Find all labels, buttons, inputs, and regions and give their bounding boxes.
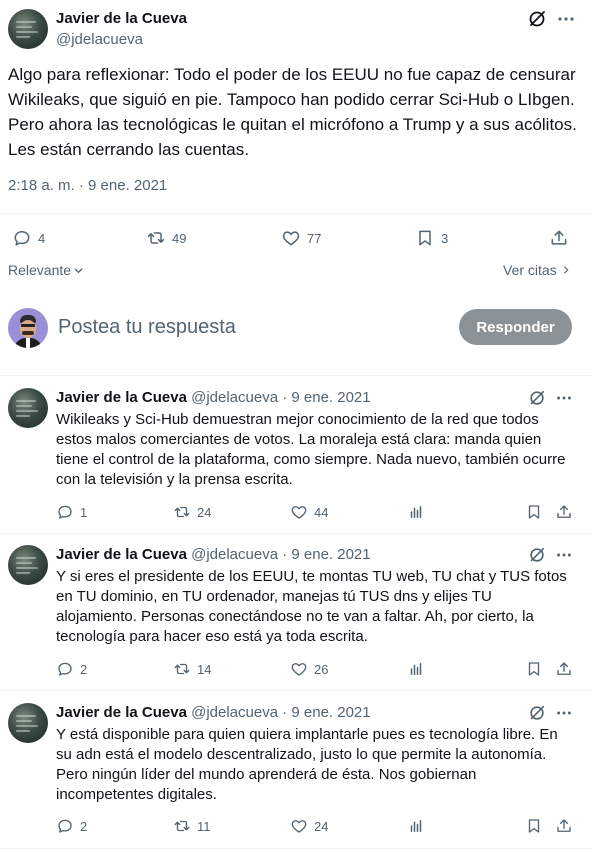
more-dots-icon[interactable] bbox=[556, 9, 576, 29]
respond-button[interactable]: Responder bbox=[459, 309, 572, 345]
retweet-count: 49 bbox=[172, 230, 187, 246]
reply-avatar[interactable] bbox=[8, 388, 48, 428]
bar-chart-icon bbox=[410, 663, 422, 675]
share-upload-icon bbox=[551, 230, 567, 245]
share-button[interactable] bbox=[555, 503, 573, 521]
reply-header: Javier de la Cueva @jdelacueva · 9 ene. … bbox=[56, 389, 371, 406]
reply-avatar[interactable] bbox=[8, 545, 48, 585]
like-count: 26 bbox=[314, 661, 329, 677]
bar-chart-icon bbox=[410, 820, 422, 832]
reply-button[interactable]: 2 bbox=[56, 817, 87, 835]
view-quotes-label: Ver citas bbox=[503, 262, 557, 278]
speech-bubble-icon bbox=[14, 231, 30, 246]
author-handle[interactable]: @jdelacueva bbox=[56, 31, 143, 48]
heart-icon bbox=[282, 231, 300, 246]
retweet-arrows-icon bbox=[174, 506, 190, 518]
bookmark-icon bbox=[528, 819, 540, 833]
bookmark-button[interactable]: 3 bbox=[415, 228, 448, 248]
bookmark-button[interactable] bbox=[525, 503, 543, 521]
reply-text: Y si eres el presidente de los EEUU, te … bbox=[56, 568, 567, 645]
retweet-count: 14 bbox=[197, 661, 212, 677]
more-dots-icon[interactable] bbox=[555, 704, 573, 722]
author-avatar[interactable] bbox=[8, 9, 48, 49]
like-button[interactable]: 24 bbox=[290, 817, 328, 835]
retweet-arrows-icon bbox=[174, 663, 190, 675]
share-button[interactable] bbox=[549, 228, 569, 248]
retweet-count: 24 bbox=[197, 504, 212, 520]
bookmark-count: 3 bbox=[441, 230, 449, 246]
bookmark-icon bbox=[528, 662, 540, 676]
reply-author-name[interactable]: Javier de la Cueva bbox=[56, 389, 187, 406]
reply-author-name[interactable]: Javier de la Cueva bbox=[56, 546, 187, 563]
reply-count: 1 bbox=[80, 504, 88, 520]
retweet-arrows-icon bbox=[147, 232, 165, 244]
reply-count: 2 bbox=[80, 818, 88, 834]
reply-count: 2 bbox=[80, 661, 88, 677]
views-button[interactable] bbox=[407, 660, 425, 678]
reply-author-name[interactable]: Javier de la Cueva bbox=[56, 704, 187, 721]
reply-button[interactable]: 4 bbox=[12, 228, 45, 248]
speech-bubble-icon bbox=[58, 662, 72, 676]
bookmark-button[interactable] bbox=[525, 660, 543, 678]
speech-bubble-icon bbox=[58, 819, 72, 833]
bookmark-icon bbox=[528, 505, 540, 519]
more-dots-icon[interactable] bbox=[555, 389, 573, 407]
reply-header: Javier de la Cueva @jdelacueva · 9 ene. … bbox=[56, 546, 371, 563]
tweet-text: Algo para reflexionar: Todo el poder de … bbox=[8, 65, 577, 159]
heart-icon bbox=[291, 506, 307, 519]
like-button[interactable]: 44 bbox=[290, 503, 328, 521]
grok-icon[interactable] bbox=[528, 546, 546, 564]
share-button[interactable] bbox=[555, 660, 573, 678]
share-upload-icon bbox=[557, 505, 571, 518]
bookmark-button[interactable] bbox=[525, 817, 543, 835]
grok-icon[interactable] bbox=[528, 389, 546, 407]
reply-text: Wikileaks y Sci-Hub demuestran mejor con… bbox=[56, 411, 566, 488]
bar-chart-icon bbox=[410, 506, 422, 518]
views-button[interactable] bbox=[407, 503, 425, 521]
user-avatar[interactable] bbox=[8, 308, 48, 348]
grok-icon[interactable] bbox=[527, 9, 547, 29]
like-count: 24 bbox=[314, 818, 329, 834]
share-upload-icon bbox=[557, 819, 571, 832]
like-button[interactable]: 26 bbox=[290, 660, 328, 678]
share-upload-icon bbox=[557, 662, 571, 675]
reply-composer-input[interactable]: Postea tu respuesta bbox=[58, 316, 236, 339]
reply-handle-date[interactable]: @jdelacueva · 9 ene. 2021 bbox=[191, 704, 371, 721]
like-count: 44 bbox=[314, 504, 329, 520]
share-button[interactable] bbox=[555, 817, 573, 835]
chevron-right-icon bbox=[563, 266, 569, 274]
retweet-button[interactable]: 11 bbox=[173, 817, 211, 835]
retweet-button[interactable]: 24 bbox=[173, 503, 211, 521]
reply-avatar[interactable] bbox=[8, 703, 48, 743]
like-count: 77 bbox=[307, 230, 322, 246]
retweet-button[interactable]: 49 bbox=[146, 228, 186, 248]
retweet-button[interactable]: 14 bbox=[173, 660, 211, 678]
retweet-arrows-icon bbox=[174, 820, 190, 832]
reply-text: Y está disponible para quien quiera impl… bbox=[56, 726, 558, 803]
retweet-count: 11 bbox=[197, 818, 211, 834]
author-name[interactable]: Javier de la Cueva bbox=[56, 10, 187, 27]
reply-button[interactable]: 1 bbox=[56, 503, 87, 521]
reply-button[interactable]: 2 bbox=[56, 660, 87, 678]
like-button[interactable]: 77 bbox=[281, 228, 321, 248]
reply-count: 4 bbox=[38, 230, 46, 246]
views-button[interactable] bbox=[407, 817, 425, 835]
chevron-down-icon bbox=[74, 267, 83, 273]
speech-bubble-icon bbox=[58, 505, 72, 519]
sort-label: Relevante bbox=[8, 262, 72, 278]
view-quotes-link[interactable]: Ver citas bbox=[503, 262, 571, 278]
sort-dropdown[interactable]: Relevante bbox=[8, 262, 84, 278]
heart-icon bbox=[291, 663, 307, 676]
reply-handle-date[interactable]: @jdelacueva · 9 ene. 2021 bbox=[191, 546, 371, 563]
more-dots-icon[interactable] bbox=[555, 546, 573, 564]
grok-icon[interactable] bbox=[528, 704, 546, 722]
bookmark-icon bbox=[419, 230, 431, 246]
reply-header: Javier de la Cueva @jdelacueva · 9 ene. … bbox=[56, 704, 371, 721]
reply-handle-date[interactable]: @jdelacueva · 9 ene. 2021 bbox=[191, 389, 371, 406]
heart-icon bbox=[291, 820, 307, 833]
tweet-timestamp[interactable]: 2:18 a. m. · 9 ene. 2021 bbox=[8, 177, 167, 194]
